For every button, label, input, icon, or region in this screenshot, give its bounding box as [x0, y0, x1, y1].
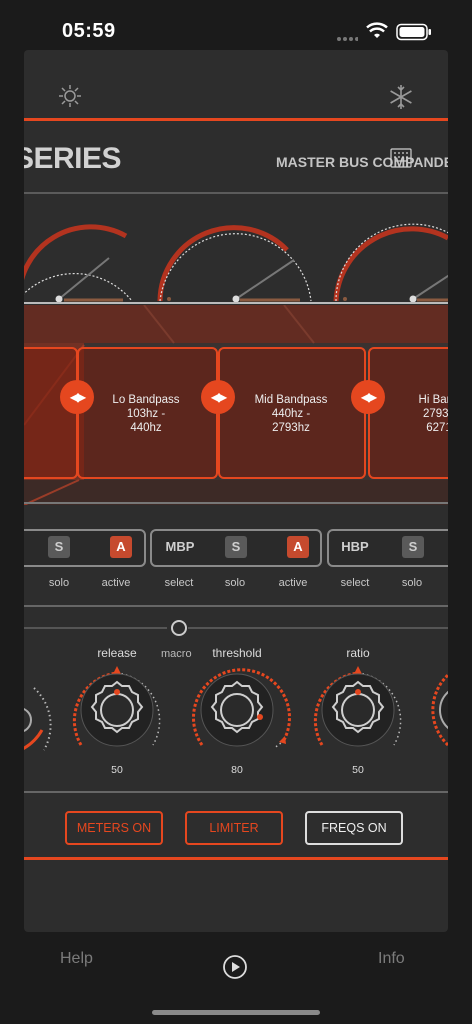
meter-3	[333, 223, 448, 303]
freqs-on-button[interactable]: FREQS ON	[305, 811, 403, 845]
macro-slider-thumb[interactable]	[171, 620, 187, 636]
crossover-handle-2[interactable]: ◀▶	[201, 380, 235, 414]
meters-on-button[interactable]: METERS ON	[65, 811, 163, 845]
solo-label: solo	[48, 577, 70, 589]
snowflake-icon[interactable]	[388, 84, 414, 115]
cellular-signal-icon	[336, 30, 359, 48]
knob-ratio-label: ratio	[346, 646, 370, 660]
help-tab[interactable]: Help	[60, 950, 93, 968]
knob-threshold-label: threshold	[212, 646, 262, 660]
knob-ratio[interactable]	[313, 666, 402, 747]
crossover-handle-3[interactable]: ◀▶	[351, 380, 385, 414]
solo-button[interactable]: S	[402, 536, 424, 558]
preset-name[interactable]: MASTER BUS COMPANDER	[276, 154, 448, 170]
play-icon[interactable]	[222, 954, 248, 985]
limiter-button[interactable]: LIMITER	[185, 811, 283, 845]
crossover-handle-1[interactable]: ◀▶	[60, 380, 94, 414]
band-lo-label: Lo Bandpass 103hz - 440hz	[112, 394, 180, 434]
select-label: select	[164, 577, 194, 589]
band-mid-label: Mid Bandpass 440hz - 2793hz	[254, 394, 328, 434]
top-accent-line	[24, 118, 448, 121]
info-tab[interactable]: Info	[378, 950, 405, 968]
band-hi-label: Hi Band 2793h 6271	[418, 394, 448, 434]
knob-partial-left	[24, 687, 52, 751]
divider	[24, 192, 448, 194]
knob-ratio-value: 50	[352, 764, 364, 776]
knob-threshold-value: 80	[231, 764, 243, 776]
bottom-accent-line	[24, 857, 448, 860]
divider	[24, 502, 448, 504]
knob-partial-right	[431, 673, 448, 747]
knob-release-label: release	[97, 646, 137, 660]
divider	[24, 605, 448, 607]
sun-icon[interactable]	[58, 84, 82, 113]
solo-button[interactable]: S	[48, 536, 70, 558]
knob-row	[24, 666, 448, 751]
macro-track-right	[188, 627, 448, 629]
active-label: active	[101, 577, 131, 589]
meter-2	[157, 225, 312, 303]
solo-label: solo	[224, 577, 246, 589]
solo-label: solo	[401, 577, 423, 589]
macro-track-left	[24, 627, 167, 629]
select-hbp-button[interactable]: HBP	[335, 536, 375, 558]
divider	[24, 791, 448, 793]
select-label: select	[340, 577, 370, 589]
home-indicator	[152, 1010, 320, 1015]
band-meters	[24, 223, 448, 304]
active-button[interactable]: A	[110, 536, 132, 558]
band-low[interactable]	[24, 347, 78, 479]
keyboard-icon[interactable]	[390, 148, 412, 173]
meter-1	[24, 224, 133, 303]
active-label: active	[278, 577, 308, 589]
knob-release[interactable]	[72, 666, 161, 747]
series-title: SERIES	[24, 142, 122, 175]
plugin-panel: SERIES MASTER BUS COMPANDER Lo Bandpass …	[24, 50, 448, 932]
select-mbp-button[interactable]: MBP	[160, 536, 200, 558]
knob-threshold[interactable]	[191, 668, 291, 749]
battery-icon	[396, 23, 432, 46]
knob-release-value: 50	[111, 764, 123, 776]
macro-label: macro	[161, 648, 192, 660]
solo-button[interactable]: S	[225, 536, 247, 558]
active-button[interactable]: A	[287, 536, 309, 558]
status-time: 05:59	[62, 20, 116, 42]
wifi-icon	[366, 22, 388, 45]
